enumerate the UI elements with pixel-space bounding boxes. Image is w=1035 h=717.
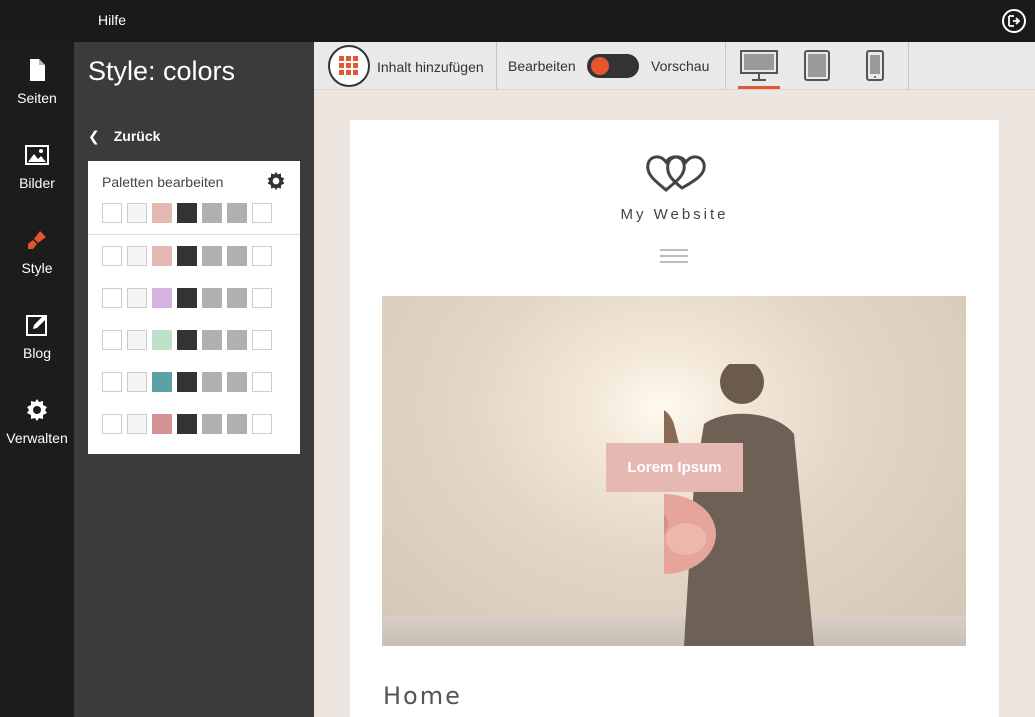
color-swatch[interactable] — [127, 414, 147, 434]
color-swatch[interactable] — [252, 203, 272, 223]
color-swatch[interactable] — [102, 203, 122, 223]
gear-icon — [27, 399, 47, 421]
color-swatch[interactable] — [227, 288, 247, 308]
nav-item-blog[interactable]: Blog — [0, 313, 74, 393]
nav-item-verwalten[interactable]: Verwalten — [0, 398, 74, 478]
hero-image: Lorem Ipsum — [382, 296, 966, 646]
color-swatch[interactable] — [202, 372, 222, 392]
edit-mode-label[interactable]: Bearbeiten — [508, 58, 576, 74]
color-swatch[interactable] — [177, 414, 197, 434]
logout-icon[interactable] — [1002, 9, 1026, 33]
gear-icon[interactable] — [266, 171, 286, 196]
divider — [496, 42, 497, 90]
color-swatch[interactable] — [152, 288, 172, 308]
color-swatch[interactable] — [152, 372, 172, 392]
color-swatch[interactable] — [202, 288, 222, 308]
color-swatch[interactable] — [127, 246, 147, 266]
help-link[interactable]: Hilfe — [98, 12, 126, 28]
couple-silhouette — [664, 364, 814, 646]
toggle-knob — [591, 57, 609, 75]
color-swatch[interactable] — [252, 414, 272, 434]
brush-icon — [28, 231, 46, 249]
hamburger-menu-icon[interactable] — [660, 249, 688, 267]
top-bar: Hilfe — [0, 0, 1035, 42]
color-swatch[interactable] — [102, 246, 122, 266]
lorem-ipsum-button[interactable]: Lorem Ipsum — [606, 443, 743, 492]
palette-header: Paletten bearbeiten — [102, 174, 224, 190]
desktop-icon[interactable] — [740, 48, 778, 87]
add-content-button[interactable] — [328, 45, 370, 87]
divider — [725, 42, 726, 90]
page-icon — [30, 59, 45, 81]
color-swatch[interactable] — [227, 372, 247, 392]
nav-item-seiten[interactable]: Seiten — [0, 58, 74, 138]
preview-canvas: My Website Lorem Ipsum Home — [314, 90, 1035, 717]
hearts-logo-icon[interactable] — [644, 150, 706, 199]
color-swatch[interactable] — [177, 246, 197, 266]
color-swatch[interactable] — [227, 246, 247, 266]
nav-item-label: Bilder — [19, 175, 55, 191]
color-swatch[interactable] — [252, 330, 272, 350]
color-swatch[interactable] — [152, 330, 172, 350]
nav-item-label: Style — [21, 260, 53, 276]
color-swatch[interactable] — [227, 203, 247, 223]
color-swatch[interactable] — [252, 288, 272, 308]
color-swatch[interactable] — [202, 414, 222, 434]
panel-title: Style: colors — [88, 56, 236, 86]
style-panel: Style: colors ❮ Zurück Paletten bearbeite… — [74, 42, 314, 717]
nav-item-label: Blog — [22, 345, 52, 361]
nav-item-label: Seiten — [17, 90, 57, 106]
phone-icon[interactable] — [865, 48, 885, 87]
color-swatch[interactable] — [102, 372, 122, 392]
palette-box: Paletten bearbeiten — [88, 161, 300, 454]
page-heading: Home — [383, 682, 462, 710]
color-swatch[interactable] — [152, 246, 172, 266]
image-icon — [25, 145, 49, 165]
back-button[interactable]: ❮ Zurück — [88, 128, 160, 145]
color-swatch[interactable] — [252, 372, 272, 392]
active-device-indicator — [738, 86, 780, 89]
color-swatch[interactable] — [177, 372, 197, 392]
color-swatch[interactable] — [102, 288, 122, 308]
editor-toolbar: Inhalt hinzufügen Bearbeiten Vorschau — [314, 42, 1035, 90]
color-swatch[interactable] — [127, 203, 147, 223]
site-name: My Website — [620, 206, 729, 223]
color-swatch[interactable] — [227, 330, 247, 350]
edit-preview-toggle[interactable] — [587, 54, 639, 78]
edit-icon — [26, 315, 47, 336]
divider — [88, 234, 300, 235]
chevron-left-icon: ❮ — [88, 128, 100, 144]
add-content-label[interactable]: Inhalt hinzufügen — [377, 59, 484, 75]
divider — [908, 42, 909, 90]
color-swatch[interactable] — [177, 288, 197, 308]
color-swatch[interactable] — [102, 330, 122, 350]
color-swatch[interactable] — [127, 372, 147, 392]
tablet-icon[interactable] — [804, 48, 830, 87]
color-swatch[interactable] — [127, 330, 147, 350]
back-label: Zurück — [113, 128, 161, 144]
nav-item-style[interactable]: Style — [0, 228, 74, 308]
color-swatch[interactable] — [152, 203, 172, 223]
color-swatch[interactable] — [202, 246, 222, 266]
color-swatch[interactable] — [102, 414, 122, 434]
nav-item-label: Verwalten — [6, 430, 68, 446]
left-navigation: Seiten Bilder Style Blog Verwalten — [0, 42, 74, 717]
color-swatch[interactable] — [177, 203, 197, 223]
preview-mode-label[interactable]: Vorschau — [651, 58, 709, 74]
nav-item-bilder[interactable]: Bilder — [0, 143, 74, 223]
color-swatch[interactable] — [202, 203, 222, 223]
color-swatch[interactable] — [202, 330, 222, 350]
color-swatch[interactable] — [177, 330, 197, 350]
website-page: My Website Lorem Ipsum Home — [350, 120, 999, 717]
color-swatch[interactable] — [152, 414, 172, 434]
color-swatch[interactable] — [127, 288, 147, 308]
color-swatch[interactable] — [252, 246, 272, 266]
grid-icon — [339, 56, 359, 76]
color-swatch[interactable] — [227, 414, 247, 434]
